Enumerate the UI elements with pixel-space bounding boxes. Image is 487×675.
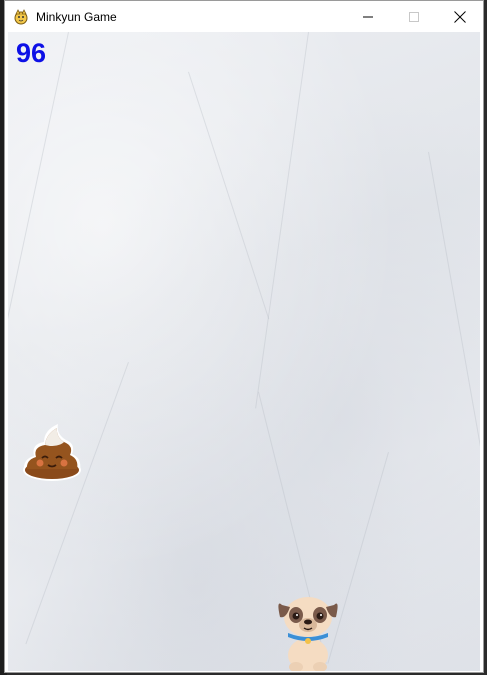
paper-crease	[255, 32, 309, 409]
minimize-button[interactable]	[345, 1, 391, 32]
paper-crease	[428, 151, 480, 448]
pug-player-sprite	[272, 593, 344, 671]
window-controls	[345, 1, 483, 32]
game-window: Minkyun Game 96	[4, 0, 484, 673]
maximize-button[interactable]	[391, 1, 437, 32]
paper-crease	[25, 362, 129, 645]
poop-enemy-sprite	[20, 420, 84, 484]
close-button[interactable]	[437, 1, 483, 32]
paper-crease	[8, 32, 69, 326]
paper-crease	[188, 71, 270, 320]
close-icon	[454, 10, 466, 23]
maximize-icon	[409, 11, 419, 22]
score-display: 96	[16, 38, 47, 68]
game-canvas[interactable]: 96	[8, 32, 480, 671]
minimize-icon	[363, 16, 373, 17]
title-bar[interactable]: Minkyun Game	[5, 1, 483, 32]
pygame-app-icon	[13, 8, 29, 25]
window-title: Minkyun Game	[36, 9, 117, 24]
